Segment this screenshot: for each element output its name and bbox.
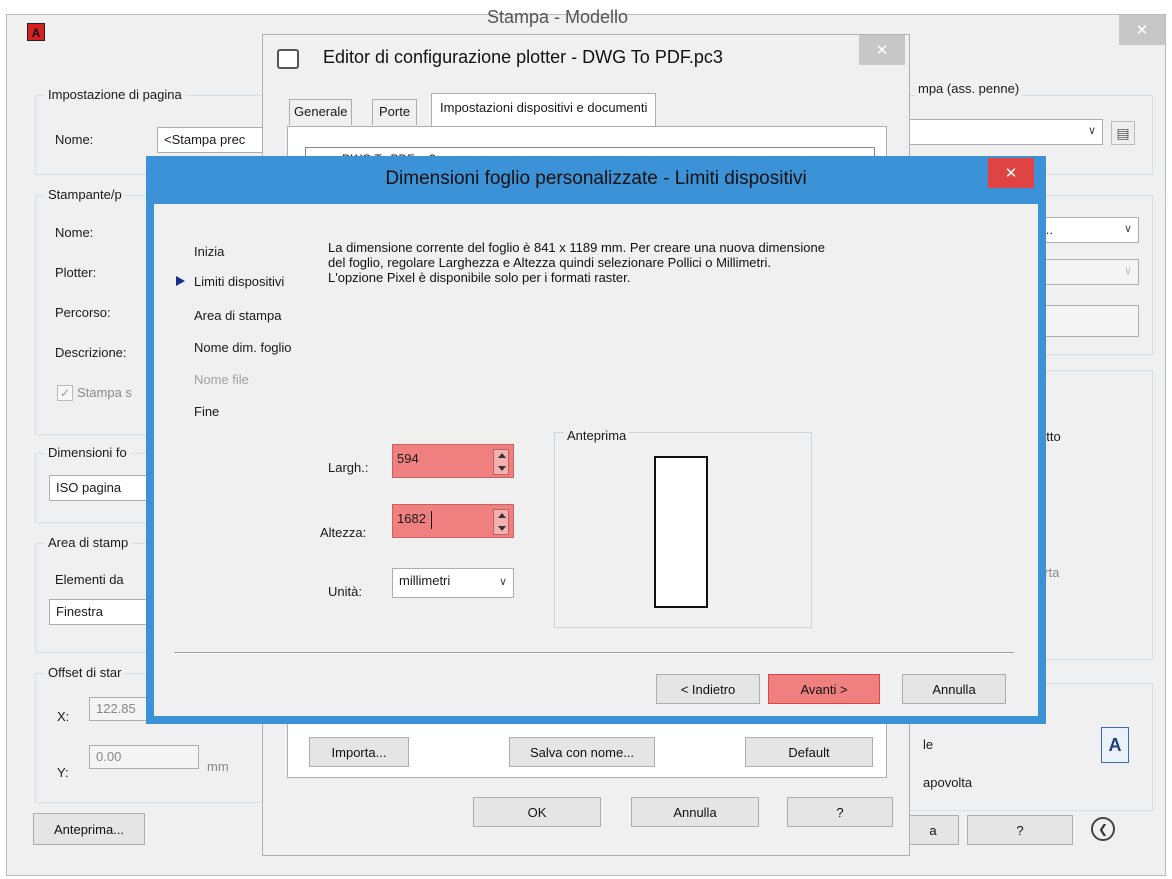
next-button[interactable]: Avanti > <box>768 674 880 704</box>
step-nome-dim-foglio: Nome dim. foglio <box>194 340 292 355</box>
orientation-icon: A <box>1101 727 1129 763</box>
default-button[interactable]: Default <box>745 737 873 767</box>
step-fine: Fine <box>194 404 220 419</box>
height-value: 1682 <box>397 511 426 526</box>
width-value: 594 <box>397 451 419 466</box>
paper-size-value: ISO pagina <box>56 480 122 495</box>
description-label: Descrizione: <box>55 345 127 360</box>
back-button[interactable]: < Indietro <box>656 674 760 704</box>
print-area-value: Finestra <box>56 604 103 619</box>
preview-button[interactable]: Anteprima... <box>33 813 145 845</box>
print-area-elements-label: Elementi da <box>55 572 124 587</box>
import-button[interactable]: Importa... <box>309 737 409 767</box>
tab-porte[interactable]: Porte <box>372 99 418 125</box>
printer-name-label: Nome: <box>55 225 94 240</box>
chevron-down-icon: ∨ <box>1087 125 1096 137</box>
current-step-arrow-icon <box>176 276 185 286</box>
custom-paper-size-wizard: Dimensioni foglio personalizzate - Limit… <box>146 156 1046 724</box>
plotter-editor-close-button[interactable]: ✕ <box>859 35 905 65</box>
unit-label: Unità: <box>328 584 362 599</box>
print-dialog-title: Stampa - Modello <box>487 7 629 27</box>
offset-y-value: 0.00 <box>96 749 122 764</box>
print-to-file-checkbox[interactable]: ✓ <box>57 385 73 401</box>
unit-select[interactable]: millimetri ∨ <box>392 568 514 598</box>
paper-preview <box>654 456 708 608</box>
autocad-icon: A <box>27 23 45 41</box>
tab-generale[interactable]: Generale <box>289 99 353 125</box>
height-label: Altezza: <box>320 525 367 540</box>
width-spinner[interactable]: 594 <box>392 444 514 478</box>
print-to-file-label: Stampa s <box>77 385 132 400</box>
orientation-le-text: le <box>923 737 934 752</box>
plotter-editor-title: Editor di configurazione plotter - DWG T… <box>323 47 723 67</box>
offset-group-title: Offset di star <box>45 665 125 680</box>
offset-y-input[interactable]: 0.00 <box>89 745 199 769</box>
apply-button[interactable]: a <box>907 815 959 845</box>
step-nome-file: Nome file <box>194 372 249 387</box>
printer-icon <box>277 49 299 69</box>
wizard-description: La dimensione corrente del foglio è 841 … <box>328 240 825 285</box>
step-limiti-dispositivi: Limiti dispositivi <box>194 274 285 289</box>
height-spinner[interactable]: 1682 <box>392 504 514 538</box>
path-label: Percorso: <box>55 305 111 320</box>
pen-table-group-title: mpa (ass. penne) <box>915 81 1023 96</box>
plotter-cancel-button[interactable]: Annulla <box>631 797 759 827</box>
tab-device-document-settings[interactable]: Impostazioni dispositivi e documenti <box>431 93 657 127</box>
plotter-label: Plotter: <box>55 265 97 280</box>
ok-button[interactable]: OK <box>473 797 601 827</box>
offset-x-value: 122.85 <box>96 701 136 716</box>
width-spin-buttons[interactable] <box>493 449 509 475</box>
text-caret <box>431 511 432 529</box>
save-as-button[interactable]: Salva con nome... <box>509 737 655 767</box>
print-area-group-title: Area di stamp <box>45 535 132 550</box>
wizard-separator-highlight <box>174 653 1014 654</box>
width-label: Largh.: <box>328 460 369 475</box>
orientation-icon-letter: A <box>1108 734 1122 755</box>
wizard-steps: Inizia Limiti dispositivi Area di stampa… <box>154 204 314 504</box>
printer-group-title: Stampante/p <box>45 187 125 202</box>
chevron-down-icon: ∨ <box>1123 223 1132 235</box>
collapse-arrow-icon[interactable]: ❮ <box>1091 817 1115 841</box>
pen-table-combo[interactable]: ∨ <box>907 119 1103 145</box>
page-setup-name-label: Nome: <box>55 132 94 147</box>
step-area-di-stampa: Area di stampa <box>194 308 282 323</box>
plotter-help-button[interactable]: ? <box>787 797 893 827</box>
spin-up-icon[interactable] <box>498 513 506 518</box>
wizard-body: Inizia Limiti dispositivi Area di stampa… <box>154 204 1038 716</box>
height-spin-buttons[interactable] <box>493 509 509 535</box>
spin-down-icon[interactable] <box>498 526 506 531</box>
page-setup-name-value: <Stampa prec <box>164 132 246 147</box>
pen-table-edit-icon[interactable]: ▤ <box>1111 121 1135 145</box>
preview-group-title: Anteprima <box>564 428 630 443</box>
spin-up-icon[interactable] <box>498 453 506 458</box>
step-inizia: Inizia <box>194 244 225 259</box>
offset-x-label: X: <box>57 709 70 724</box>
page-setup-name-combo[interactable]: <Stampa prec <box>157 127 277 153</box>
unit-value: millimetri <box>399 573 451 588</box>
wizard-cancel-button[interactable]: Annulla <box>902 674 1006 704</box>
paper-size-group-title: Dimensioni fo <box>45 445 130 460</box>
chevron-down-icon: ∨ <box>498 576 507 588</box>
chevron-down-icon: ∨ <box>1123 265 1132 277</box>
spin-down-icon[interactable] <box>498 466 506 471</box>
offset-unit-label: mm <box>207 759 229 774</box>
upside-down-text: apovolta <box>923 775 973 790</box>
print-help-button[interactable]: ? <box>967 815 1073 845</box>
offset-y-label: Y: <box>57 765 69 780</box>
print-dialog-close-button[interactable]: ✕ <box>1119 15 1165 45</box>
wizard-close-button[interactable]: ✕ <box>988 158 1034 188</box>
page-setup-group-title: Impostazione di pagina <box>45 87 185 102</box>
wizard-title: Dimensioni foglio personalizzate - Limit… <box>385 168 807 189</box>
